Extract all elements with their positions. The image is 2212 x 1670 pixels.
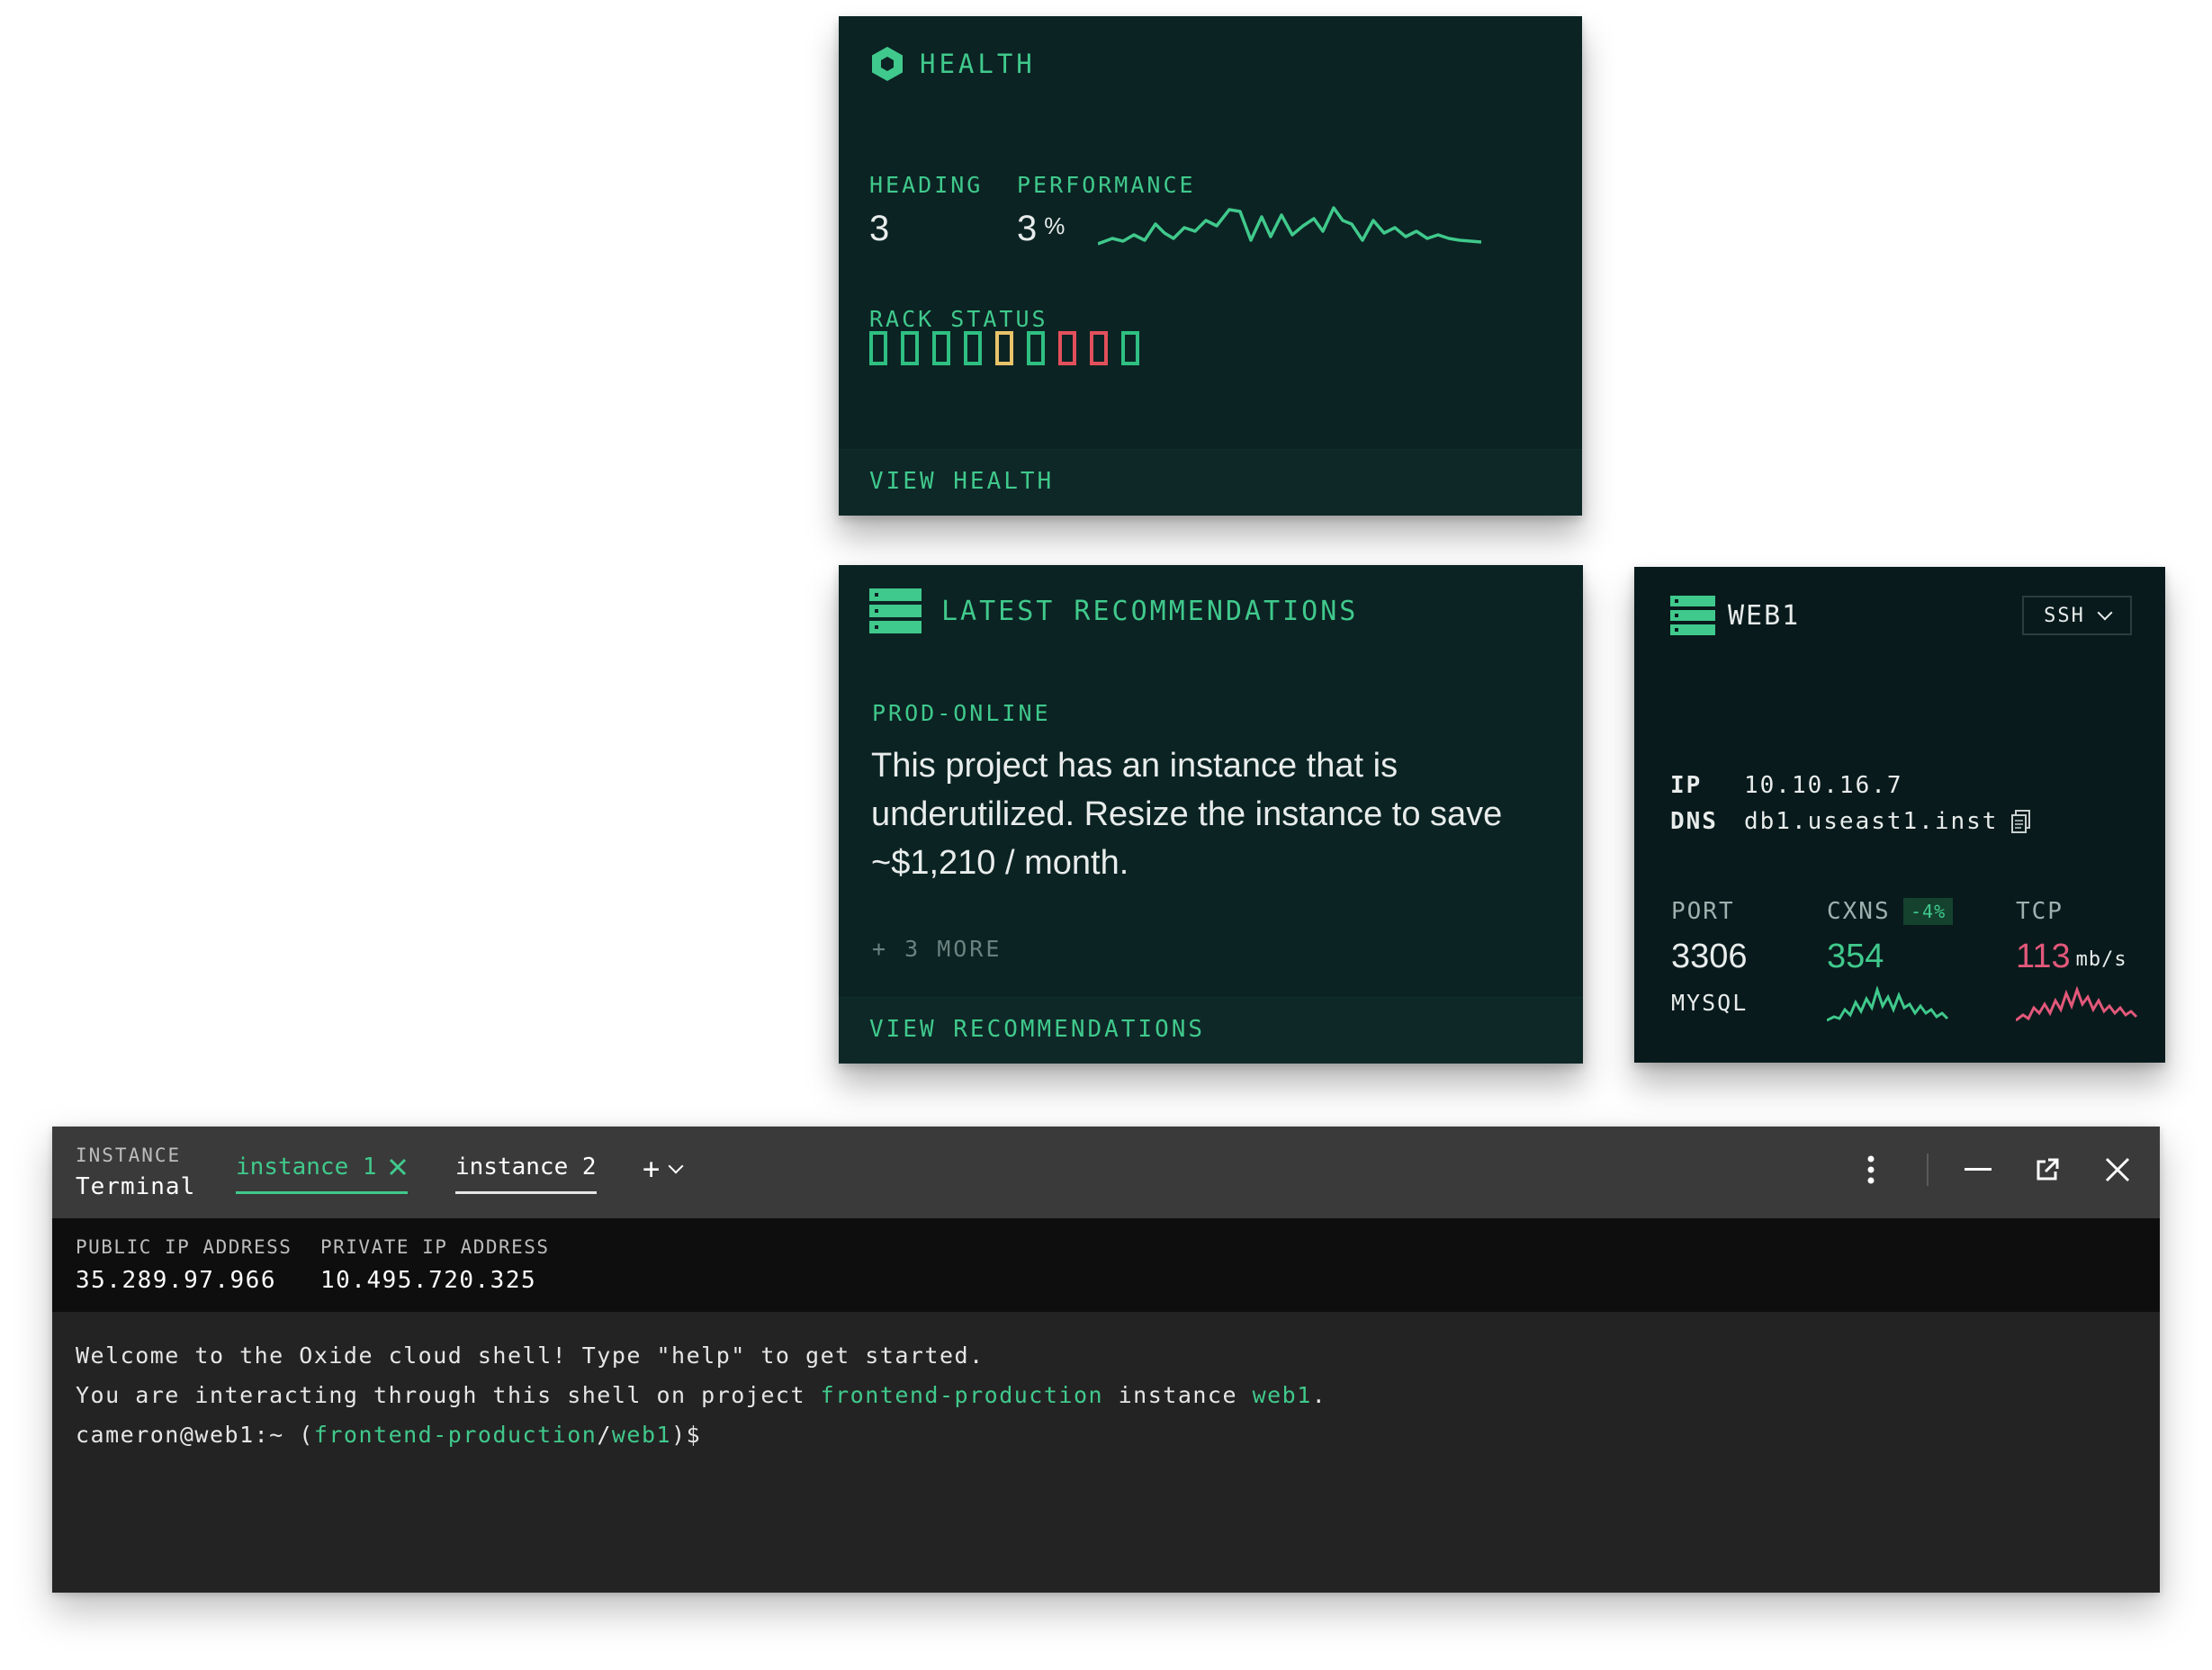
performance-sparkline [1098, 206, 1482, 246]
terminal-window: INSTANCE Terminal instance 1 instance 2 … [52, 1127, 2160, 1593]
tcp-value: 113 [2016, 938, 2071, 975]
rack-status-label: RACK STATUS [869, 306, 1048, 332]
terminal-toolbar: INSTANCE Terminal instance 1 instance 2 … [52, 1127, 2160, 1218]
close-tab-icon[interactable] [388, 1157, 408, 1177]
prompt-text: )$ [671, 1422, 702, 1448]
terminal-text: instance [1103, 1382, 1253, 1408]
heading-value: 3 [869, 209, 890, 248]
private-ip-value: 10.495.720.325 [320, 1267, 537, 1294]
add-tab-button[interactable]: + [643, 1152, 684, 1186]
cxns-sparkline [1827, 986, 1949, 1022]
recommendations-title: LATEST RECOMMENDATIONS [941, 595, 1359, 627]
vertical-dots-icon [1867, 1155, 1875, 1184]
hexagon-icon [872, 47, 903, 81]
recommendations-card: LATEST RECOMMENDATIONS PROD-ONLINE This … [839, 565, 1583, 1064]
dns-value: db1.useast1.inst [1744, 808, 1999, 835]
terminal-prompt: cameron@web1:~ (frontend-production/web1… [76, 1422, 701, 1448]
recommendations-header: LATEST RECOMMENDATIONS [869, 588, 1358, 633]
rack-status-grid [869, 331, 1153, 365]
minimize-icon [1965, 1168, 1992, 1171]
tcp-unit: mb/s [2075, 948, 2127, 971]
cxns-value: 354 [1827, 938, 1884, 975]
ip-row: IP 10.10.16.7 [1670, 772, 1903, 799]
copy-icon[interactable] [2010, 809, 2032, 834]
tab-label: instance 2 [455, 1154, 597, 1181]
ip-value: 10.10.16.7 [1744, 772, 1903, 799]
rack-cell[interactable] [1027, 331, 1045, 365]
recommendations-footer: VIEW RECOMMENDATIONS [839, 997, 1583, 1064]
chevron-down-icon [668, 1158, 684, 1174]
toolbar-divider [1927, 1154, 1929, 1186]
more-options-button[interactable] [1851, 1150, 1891, 1190]
instance-ip-panel: PUBLIC IP ADDRESS 35.289.97.966 PRIVATE … [52, 1218, 2160, 1312]
ip-label: IP [1670, 772, 1703, 799]
instance-name: web1 [1252, 1382, 1312, 1408]
ssh-select[interactable]: SSH [2022, 596, 2132, 635]
external-window-icon [2037, 1158, 2059, 1181]
web1-title: WEB1 [1728, 599, 1801, 632]
server-stack-icon [1670, 596, 1715, 635]
recommendation-message: This project has an instance that is und… [871, 747, 1503, 882]
terminal-section-label: INSTANCE [76, 1145, 182, 1166]
project-name: frontend-production [820, 1382, 1104, 1408]
public-ip-label: PUBLIC IP ADDRESS [76, 1236, 292, 1258]
view-health-link[interactable]: VIEW HEALTH [869, 468, 1054, 495]
project-name: frontend-production [313, 1422, 598, 1448]
terminal-line: Welcome to the Oxide cloud shell! Type "… [76, 1342, 985, 1369]
rack-cell-error[interactable] [1058, 331, 1076, 365]
health-card: HEALTH HEADING 3 PERFORMANCE 3 % RACK ST… [839, 16, 1582, 516]
terminal-line: You are interacting through this shell o… [76, 1382, 1326, 1408]
rack-cell-error[interactable] [1090, 331, 1108, 365]
cxns-label: CXNS [1827, 898, 1891, 925]
private-ip-label: PRIVATE IP ADDRESS [320, 1236, 550, 1258]
rack-cell[interactable] [1121, 331, 1139, 365]
port-protocol: MYSQL [1671, 990, 1749, 1016]
recommendation-env-label: PROD-ONLINE [872, 700, 1051, 726]
rack-cell[interactable] [869, 331, 887, 365]
port-value: 3306 [1671, 938, 1748, 975]
health-footer: VIEW HEALTH [839, 449, 1582, 516]
close-icon [2105, 1157, 2130, 1182]
health-title: HEALTH [920, 49, 1036, 79]
terminal-section-title: Terminal [76, 1173, 196, 1200]
minimize-button[interactable] [1958, 1150, 1998, 1190]
performance-label: PERFORMANCE [1017, 172, 1196, 198]
tab-instance-2[interactable]: instance 2 [455, 1154, 597, 1194]
close-terminal-button[interactable] [2098, 1150, 2137, 1190]
instance-name: web1 [611, 1422, 672, 1448]
heading-label: HEADING [869, 172, 984, 198]
prompt-text: cameron@web1:~ ( [76, 1422, 314, 1448]
tcp-readout: 113 mb/s [2016, 938, 2127, 976]
tab-instance-1[interactable]: instance 1 [236, 1154, 408, 1194]
port-label: PORT [1671, 898, 1735, 925]
ssh-select-value: SSH [2044, 604, 2085, 627]
health-header: HEALTH [869, 45, 1036, 83]
web1-card: WEB1 SSH IP 10.10.16.7 DNS db1.useast1.i… [1634, 567, 2165, 1063]
tab-label: instance 1 [236, 1154, 377, 1181]
pop-out-button[interactable] [2028, 1150, 2067, 1190]
tcp-label: TCP [2016, 898, 2064, 925]
performance-unit: % [1044, 212, 1066, 239]
dns-label: DNS [1670, 808, 1718, 835]
public-ip-value: 35.289.97.966 [76, 1267, 276, 1294]
plus-icon: + [643, 1152, 661, 1186]
view-recommendations-link[interactable]: VIEW RECOMMENDATIONS [869, 1016, 1205, 1043]
more-recommendations-link[interactable]: + 3 MORE [872, 936, 1002, 962]
rack-cell[interactable] [964, 331, 982, 365]
chevron-down-icon [2097, 605, 2113, 621]
dns-row: DNS db1.useast1.inst [1670, 808, 2032, 835]
prompt-text: / [597, 1422, 612, 1448]
cxns-change-badge: -4% [1903, 898, 1954, 925]
server-stack-icon [869, 588, 922, 633]
rack-cell-warning[interactable] [995, 331, 1013, 365]
rack-cell[interactable] [932, 331, 950, 365]
terminal-text: You are interacting through this shell o… [76, 1382, 821, 1408]
rack-cell[interactable] [901, 331, 919, 365]
terminal-text: . [1311, 1382, 1327, 1408]
performance-value: 3 [1017, 209, 1038, 248]
performance-readout: 3 % [1017, 209, 1065, 249]
tcp-sparkline [2016, 986, 2138, 1022]
web1-header: WEB1 [1670, 596, 1800, 635]
